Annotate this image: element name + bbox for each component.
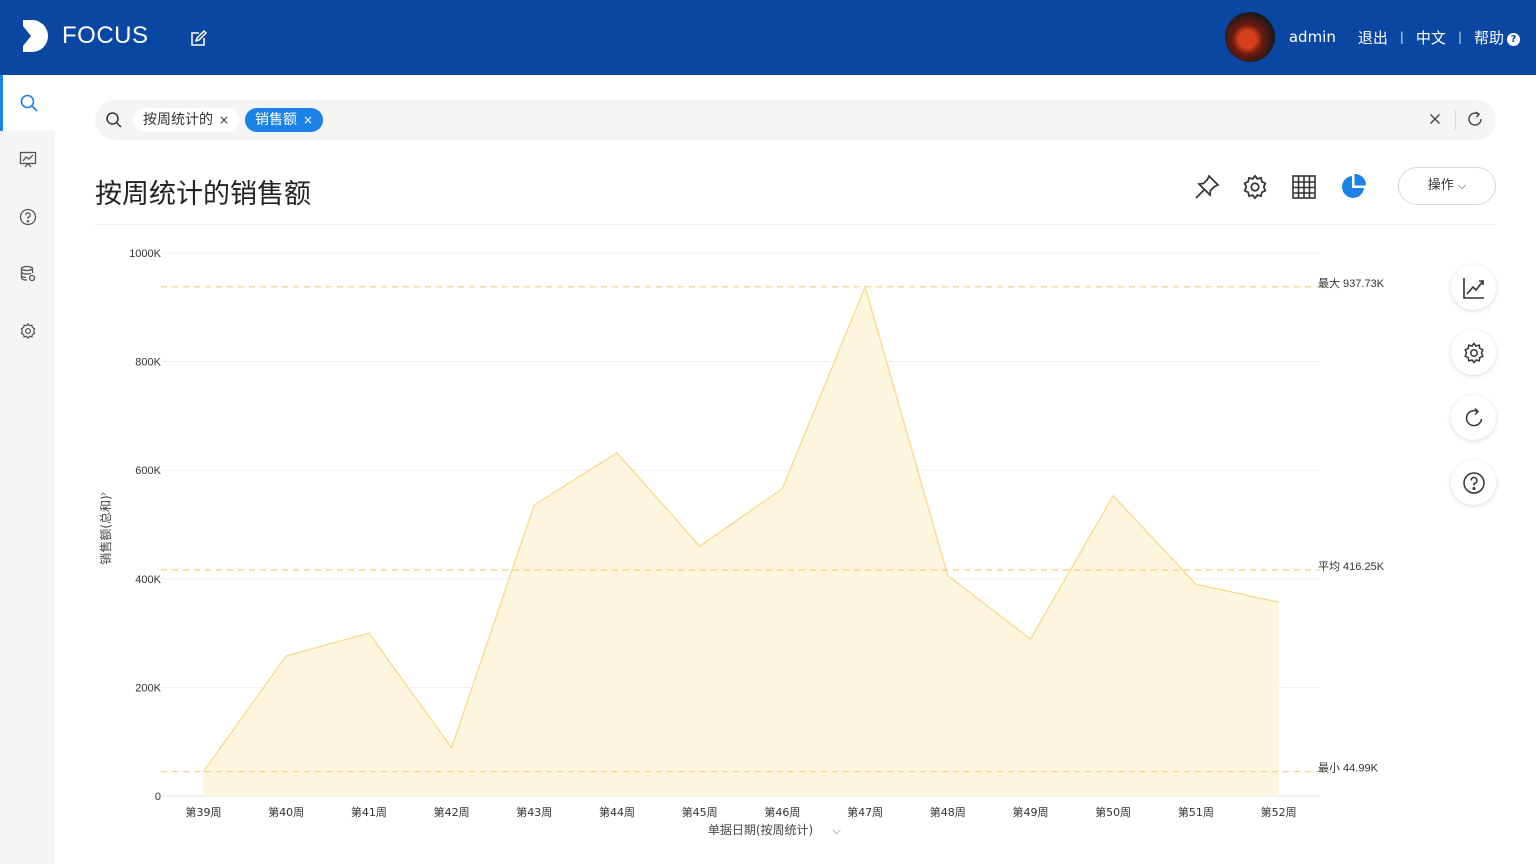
chevron-down-icon: ⌵ [833,824,842,837]
y-tick-label: 600K [135,465,161,477]
x-tick-label: 第49周 [1013,805,1049,819]
help-label: 帮助 [1473,28,1504,47]
chevron-down-icon: ⌵ [1457,179,1467,192]
operate-label: 操作 [1427,178,1454,193]
search-token[interactable]: 按周统计的 × [133,108,240,132]
chevron-icon: › [96,492,110,497]
language-link[interactable]: 中文 [1416,27,1446,48]
data-point [532,503,536,507]
operate-button[interactable]: 操作 ⌵ [1398,167,1496,205]
refresh-icon[interactable] [1466,110,1484,132]
search-token-selected[interactable]: 销售额 × [245,108,324,132]
search-bar[interactable]: 按周统计的 × 销售额 × [95,100,1496,140]
table-icon[interactable] [1290,173,1318,205]
logout-link[interactable]: 退出 [1358,27,1388,48]
sidebar-item-data[interactable] [0,246,55,302]
x-tick-label: 第46周 [764,805,800,819]
question-icon [19,208,36,226]
reference-line-label: 最小 44.99K [1318,762,1379,775]
y-axis-title: 销售额(总和) [98,495,113,564]
data-point [780,487,784,491]
x-tick-label: 第44周 [599,805,635,819]
refresh-icon [1465,407,1482,426]
search-icon [105,111,123,133]
username[interactable]: admin [1289,28,1336,46]
top-bar: FOCUS admin 退出 | 中文 | 帮助? [0,0,1536,75]
data-point [450,746,454,750]
clear-search-icon[interactable] [1426,110,1444,132]
x-tick-label: 第41周 [351,805,387,819]
reference-line-label: 最大 937.73K [1318,276,1385,290]
x-tick-label: 第52周 [1261,805,1297,819]
chart-help-button[interactable] [1451,460,1496,505]
question-icon [1462,471,1485,494]
series-area [203,286,1279,796]
logo[interactable]: FOCUS [20,18,149,54]
divider [95,224,1496,225]
axis-line-icon [1462,277,1484,299]
separator: | [1457,30,1462,44]
data-point [284,654,288,658]
y-tick-label: 200K [135,682,161,694]
pin-icon[interactable] [1193,173,1221,205]
chart-refresh-button[interactable] [1451,395,1496,440]
gear-icon [1463,341,1484,364]
gear-icon [20,322,35,340]
pie-chart-icon[interactable] [1339,173,1367,205]
x-tick-label: 第47周 [847,805,883,819]
x-tick-label: 第50周 [1095,805,1131,819]
data-point [367,631,371,635]
sidebar [0,75,55,864]
data-point [1194,582,1198,586]
sidebar-item-question[interactable] [0,189,55,245]
data-point [202,770,206,774]
page-title: 按周统计的销售额 [95,179,311,210]
edit-icon[interactable] [188,29,208,49]
sidebar-item-search[interactable] [0,75,55,131]
x-tick-label: 第40周 [268,805,304,819]
axis-settings-button[interactable] [1451,265,1496,310]
reference-line-label: 平均 416.25K [1318,560,1385,573]
sidebar-item-settings[interactable] [0,303,55,359]
avatar[interactable] [1224,12,1275,62]
focus-logo-icon [23,20,48,52]
y-tick-label: 800K [135,357,161,369]
chart-settings-button[interactable] [1451,330,1496,375]
x-tick-label: 第48周 [930,805,966,819]
token-label: 按周统计的 [143,112,213,128]
x-tick-label: 第43周 [516,805,552,819]
sales-area-chart: 0 200K 400K 600K 800K 1000K 最大 937.73K 平均 416.2… [96,248,1385,837]
data-point [1277,600,1281,604]
token-remove-icon[interactable]: × [219,113,229,127]
data-point [1029,637,1033,641]
database-icon [20,265,35,282]
search-icon [20,94,38,112]
user-area: admin 退出 | 中文 | 帮助? [1224,12,1520,62]
data-point [946,574,950,578]
data-point [615,451,619,455]
y-tick-label: 0 [155,791,161,803]
chart-board-icon [19,151,36,168]
x-tick-label: 第42周 [434,805,470,819]
x-axis-title: 单据日期(按周统计) [708,823,813,837]
data-point [1111,494,1115,498]
logo-text: FOCUS [62,22,149,49]
x-tick-label: 第45周 [682,805,718,819]
help-icon: ? [1507,32,1520,46]
gear-icon[interactable] [1241,173,1269,205]
x-tick-label: 第39周 [186,805,222,819]
token-label: 销售额 [255,112,297,128]
separator: | [1399,30,1404,44]
y-tick-label: 1000K [129,248,161,260]
x-tick-label: 第51周 [1178,805,1214,819]
token-remove-icon[interactable]: × [303,113,313,127]
divider [1455,110,1456,130]
sidebar-item-board[interactable] [0,132,55,188]
y-tick-label: 400K [135,574,161,586]
data-point [698,544,702,548]
help-link[interactable]: 帮助? [1474,27,1520,48]
